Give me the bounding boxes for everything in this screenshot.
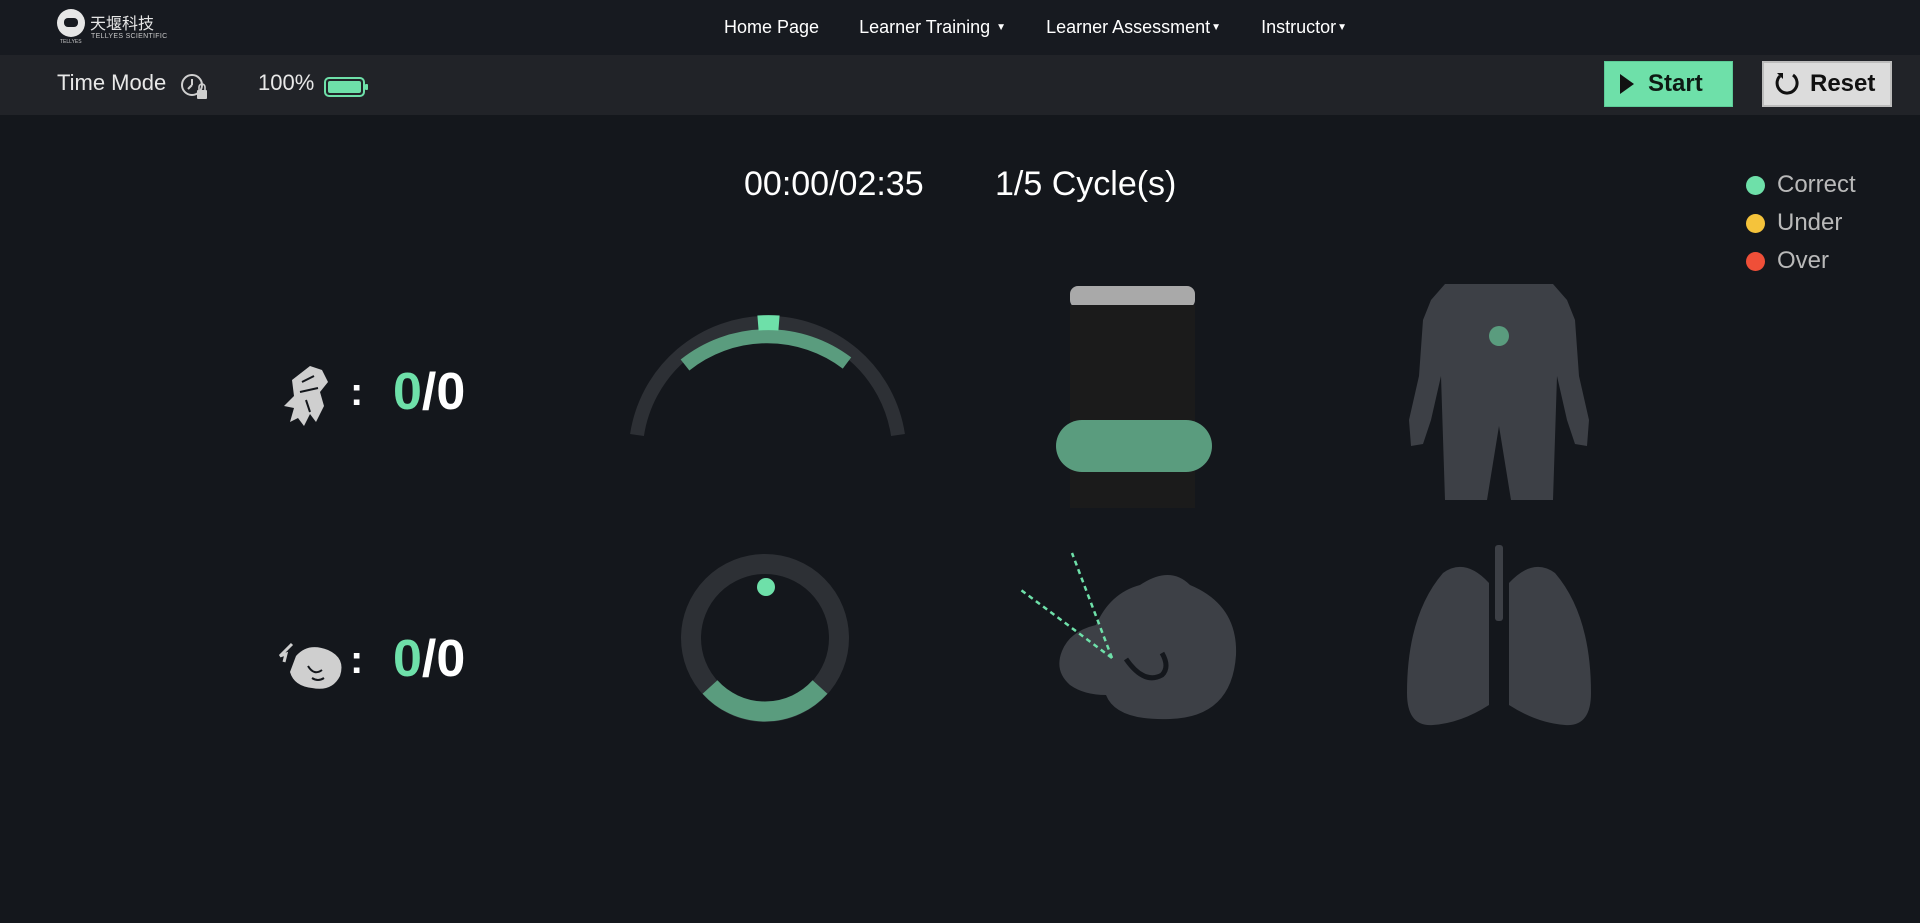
ventilations-total: /0 <box>421 630 466 688</box>
legend-item-over: Over <box>1746 242 1856 280</box>
battery-percent: 100% <box>258 70 315 95</box>
caret-down-icon: ▼ <box>1337 22 1347 33</box>
legend-item-correct: Correct <box>1746 166 1856 204</box>
compressions-total: /0 <box>421 363 466 421</box>
recoil-level-fill <box>1056 420 1212 472</box>
logo-text-en: TELLYES SCIENTIFIC <box>91 33 168 40</box>
hands-compression-icon <box>284 366 328 426</box>
nav-item-label: Home Page <box>724 17 820 37</box>
nav-learner-training[interactable]: Learner Training ▼ <box>859 17 1006 38</box>
session-timer: 00:00/02:35 <box>744 165 924 203</box>
reset-button[interactable]: Reset <box>1762 61 1892 107</box>
top-nav: 天堰科技 TELLYES SCIENTIFIC TELLYES Home Pag… <box>0 0 1920 55</box>
logo-emblem-icon <box>57 9 85 37</box>
compression-depth-gauge <box>630 315 905 437</box>
nav-instructor[interactable]: Instructor ▼ <box>1261 17 1347 38</box>
compressions-correct: 0 <box>393 363 422 421</box>
start-button[interactable]: Start <box>1604 61 1733 107</box>
time-mode-label: Time Mode <box>57 70 167 95</box>
tellyes-logo[interactable]: 天堰科技 TELLYES SCIENTIFIC TELLYES <box>57 9 167 45</box>
legend-item-under: Under <box>1746 204 1856 242</box>
logo-text-en-small: TELLYES <box>60 39 82 45</box>
volume-target-arc <box>702 680 828 722</box>
legend-dot <box>1746 251 1765 271</box>
lungs-icon <box>1407 545 1591 726</box>
nav-item-label: Learner Training <box>859 17 991 37</box>
logo-text-cn: 天堰科技 <box>90 14 155 33</box>
compressions-score: 0/0 <box>393 362 465 422</box>
ventilations-correct: 0 <box>393 630 422 688</box>
cycle-counter: 1/5 Cycle(s) <box>995 165 1177 203</box>
battery-icon <box>324 77 368 97</box>
recoil-bar-gauge <box>1056 286 1212 508</box>
legend-label: Over <box>1777 247 1830 274</box>
rescue-breath-icon <box>278 642 342 689</box>
volume-indicator-dot <box>757 578 775 596</box>
legend-dot <box>1746 175 1765 195</box>
torso-hand-position-icon <box>1409 284 1589 500</box>
legend-label: Under <box>1777 209 1843 236</box>
ventilation-volume-ring <box>681 554 849 722</box>
ventilations-score: 0/0 <box>393 629 465 689</box>
hand-position-dot <box>1489 326 1509 346</box>
nav-item-label: Learner Assessment <box>1046 17 1211 37</box>
caret-down-icon: ▼ <box>1211 22 1222 33</box>
compressions-colon: : <box>350 370 364 414</box>
toolbar: Time Mode 100% Start Reset <box>0 55 1920 115</box>
nav-learner-assessment[interactable]: Learner Assessment ▼ <box>1046 17 1221 38</box>
start-button-label: Start <box>1648 70 1703 97</box>
caret-down-icon: ▼ <box>996 22 1007 33</box>
clock-lock-icon[interactable] <box>179 72 209 102</box>
legend-label: Correct <box>1777 171 1856 198</box>
legend-dot <box>1746 213 1765 233</box>
nav-menu: Home Page Learner Training ▼ Learner Ass… <box>724 17 1347 38</box>
nav-item-label: Instructor <box>1261 17 1337 37</box>
reset-button-label: Reset <box>1810 70 1876 97</box>
ventilations-colon: : <box>350 638 364 682</box>
head-tilt-airway-icon <box>1020 552 1237 720</box>
nav-home-page[interactable]: Home Page <box>724 17 819 38</box>
legend: Correct Under Over <box>1746 166 1856 280</box>
reset-icon <box>1775 73 1799 95</box>
play-icon <box>1620 74 1634 94</box>
